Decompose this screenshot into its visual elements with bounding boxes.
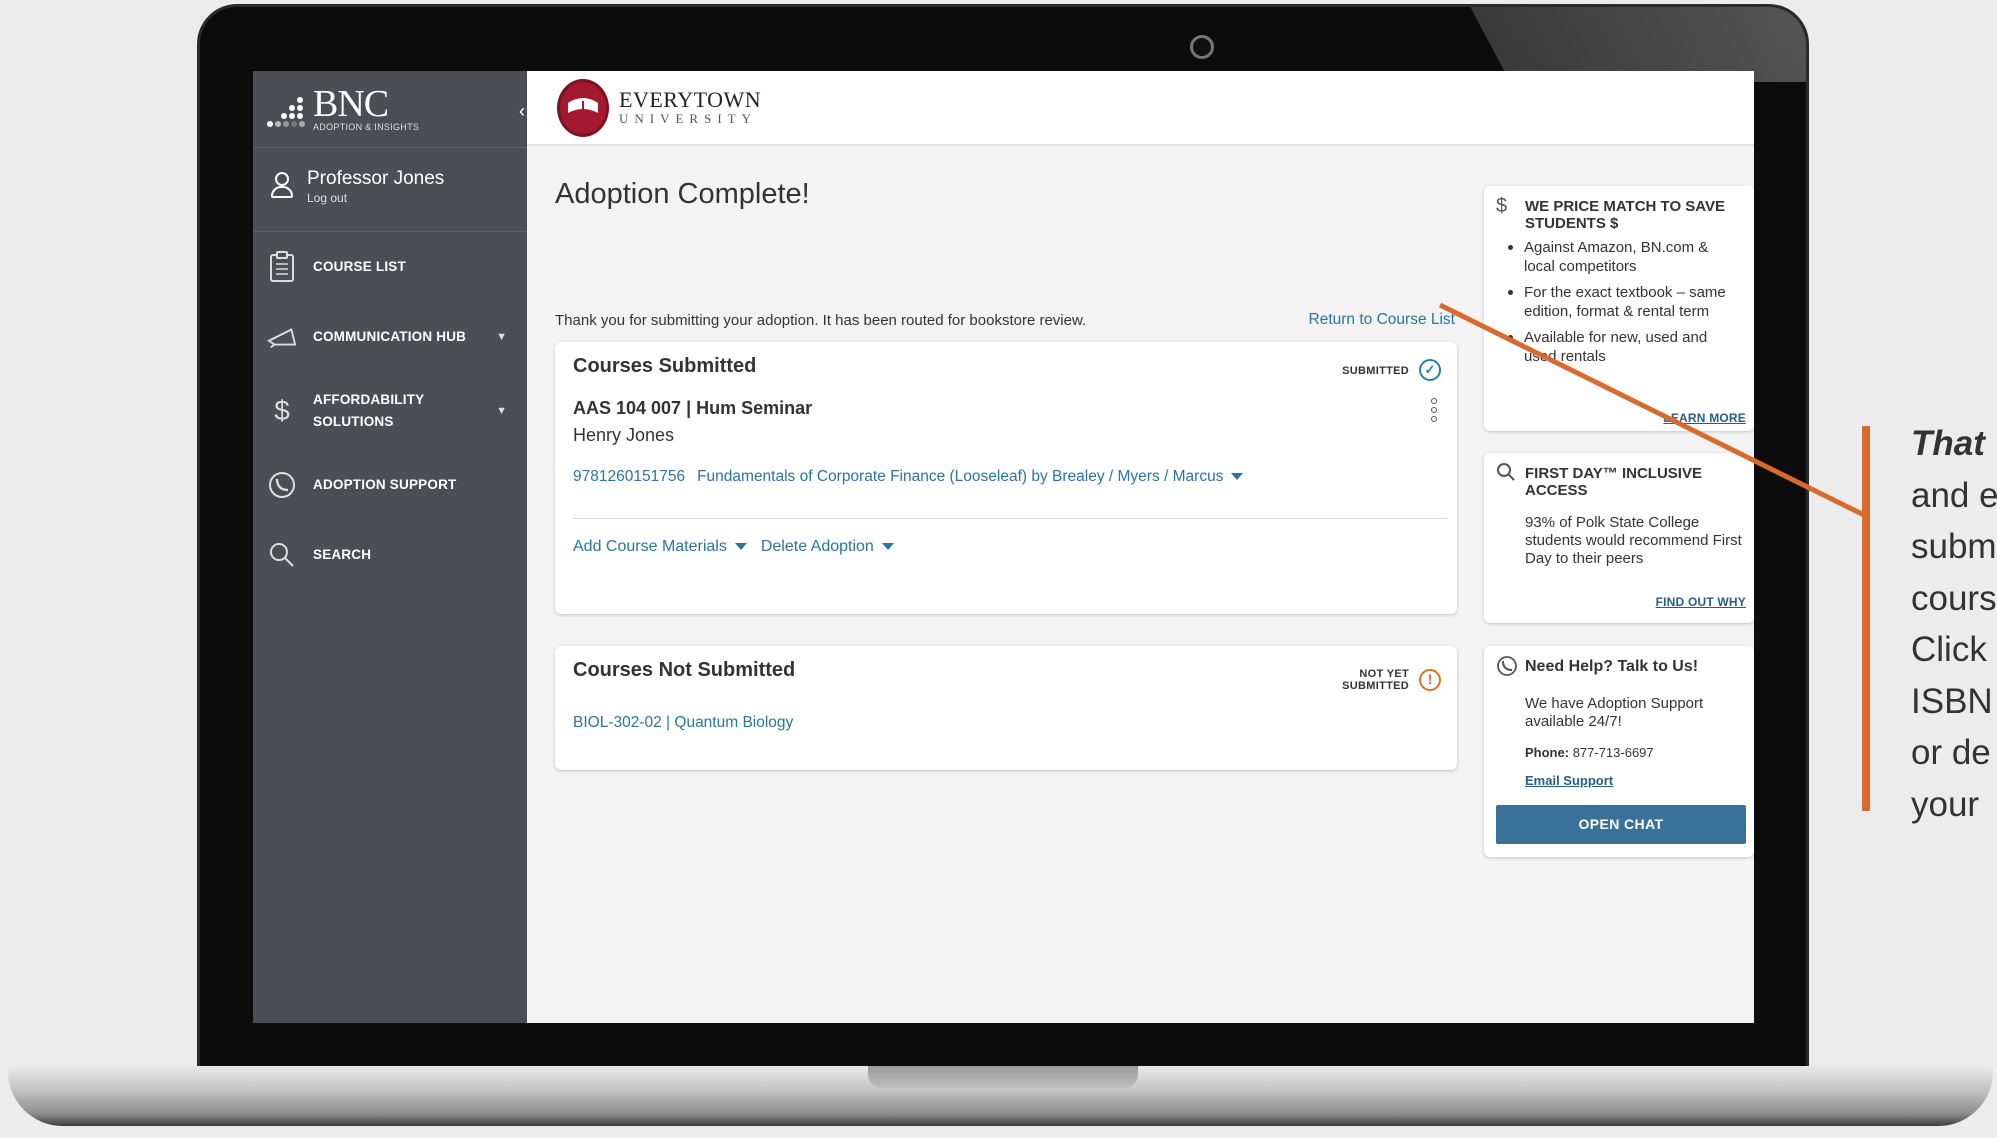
callout-line: your	[1911, 784, 1980, 824]
callout-line: or de	[1911, 733, 1991, 772]
callout-line: That	[1911, 424, 1985, 463]
callout-line: cours	[1911, 578, 1997, 618]
callout-line: subm	[1911, 527, 1997, 566]
callout-line: ISBN	[1911, 681, 1993, 721]
callout-line: and e	[1911, 475, 1997, 515]
callout-bar	[1862, 426, 1870, 811]
callout-pointer	[1438, 302, 1868, 519]
callout-text: That and e subm cours Click ISBN or de y…	[1911, 418, 1997, 830]
callout-line: Click	[1911, 630, 1987, 669]
